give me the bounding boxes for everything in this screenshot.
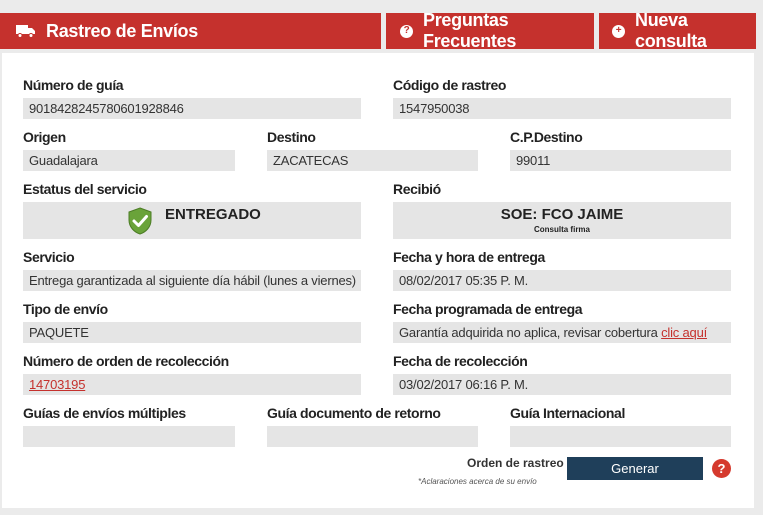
signature-link[interactable]: Consulta firma (393, 225, 731, 234)
return-doc-field (267, 426, 478, 447)
multi-guides-label: Guías de envíos múltiples (23, 405, 186, 421)
pickup-order-label: Número de orden de recolección (23, 353, 229, 369)
question-circle-icon: ? (400, 24, 413, 38)
pickup-order-field: 14703195 (23, 374, 361, 395)
pickup-order-link[interactable]: 14703195 (29, 377, 85, 392)
guide-number-label: Número de guía (23, 77, 124, 93)
pickup-date-field: 03/02/2017 06:16 P. M. (393, 374, 731, 395)
coverage-link[interactable]: clic aquí (661, 325, 707, 340)
international-label: Guía Internacional (510, 405, 625, 421)
tab-new-query-label: Nueva consulta (635, 10, 707, 51)
multi-guides-field (23, 426, 235, 447)
delivery-datetime-field: 08/02/2017 05:35 P. M. (393, 270, 731, 291)
service-status-label: Estatus del servicio (23, 181, 147, 197)
tab-tracking-label: Rastreo de Envíos (46, 20, 198, 41)
scheduled-delivery-field: Garantía adquirida no aplica, revisar co… (393, 322, 731, 343)
origin-field: Guadalajara (23, 150, 235, 171)
destination-label: Destino (267, 129, 316, 145)
clarifications-note[interactable]: *Aclaraciones acerca de su envío (418, 477, 537, 486)
truck-icon (16, 24, 36, 38)
received-by-label: Recibió (393, 181, 441, 197)
tab-tracking[interactable]: Rastreo de Envíos (0, 13, 381, 49)
tracking-code-field: 1547950038 (393, 98, 731, 119)
zip-destination-label: C.P.Destino (510, 129, 583, 145)
international-field (510, 426, 731, 447)
received-by-value: SOE: FCO JAIME (500, 206, 624, 223)
pickup-date-label: Fecha de recolección (393, 353, 528, 369)
zip-destination-field: 99011 (510, 150, 731, 171)
guide-number-field: 9018428245780601928846 (23, 98, 361, 119)
scheduled-delivery-value: Garantía adquirida no aplica, revisar co… (399, 325, 658, 340)
shield-check-icon (127, 207, 153, 240)
tab-new-query[interactable]: + Nueva consulta (599, 10, 756, 51)
shipment-type-label: Tipo de envío (23, 301, 108, 317)
tracking-code-label: Código de rastreo (393, 77, 506, 93)
service-status-value: ENTREGADO (165, 206, 261, 223)
service-label: Servicio (23, 249, 75, 265)
destination-field: ZACATECAS (267, 150, 478, 171)
scheduled-delivery-label: Fecha programada de entrega (393, 301, 583, 317)
tab-faq[interactable]: ? Preguntas Frecuentes (386, 10, 594, 51)
service-field: Entrega garantizada al siguiente día háb… (23, 270, 361, 291)
generate-button[interactable]: Generar (567, 457, 703, 480)
help-icon[interactable]: ? (712, 459, 731, 478)
return-doc-label: Guía documento de retorno (267, 405, 441, 421)
order-tracking-label: Orden de rastreo (467, 456, 564, 470)
delivery-datetime-label: Fecha y hora de entrega (393, 249, 545, 265)
tab-faq-label: Preguntas Frecuentes (423, 10, 517, 51)
plus-circle-icon: + (612, 24, 625, 38)
origin-label: Origen (23, 129, 66, 145)
shipment-type-field: PAQUETE (23, 322, 361, 343)
